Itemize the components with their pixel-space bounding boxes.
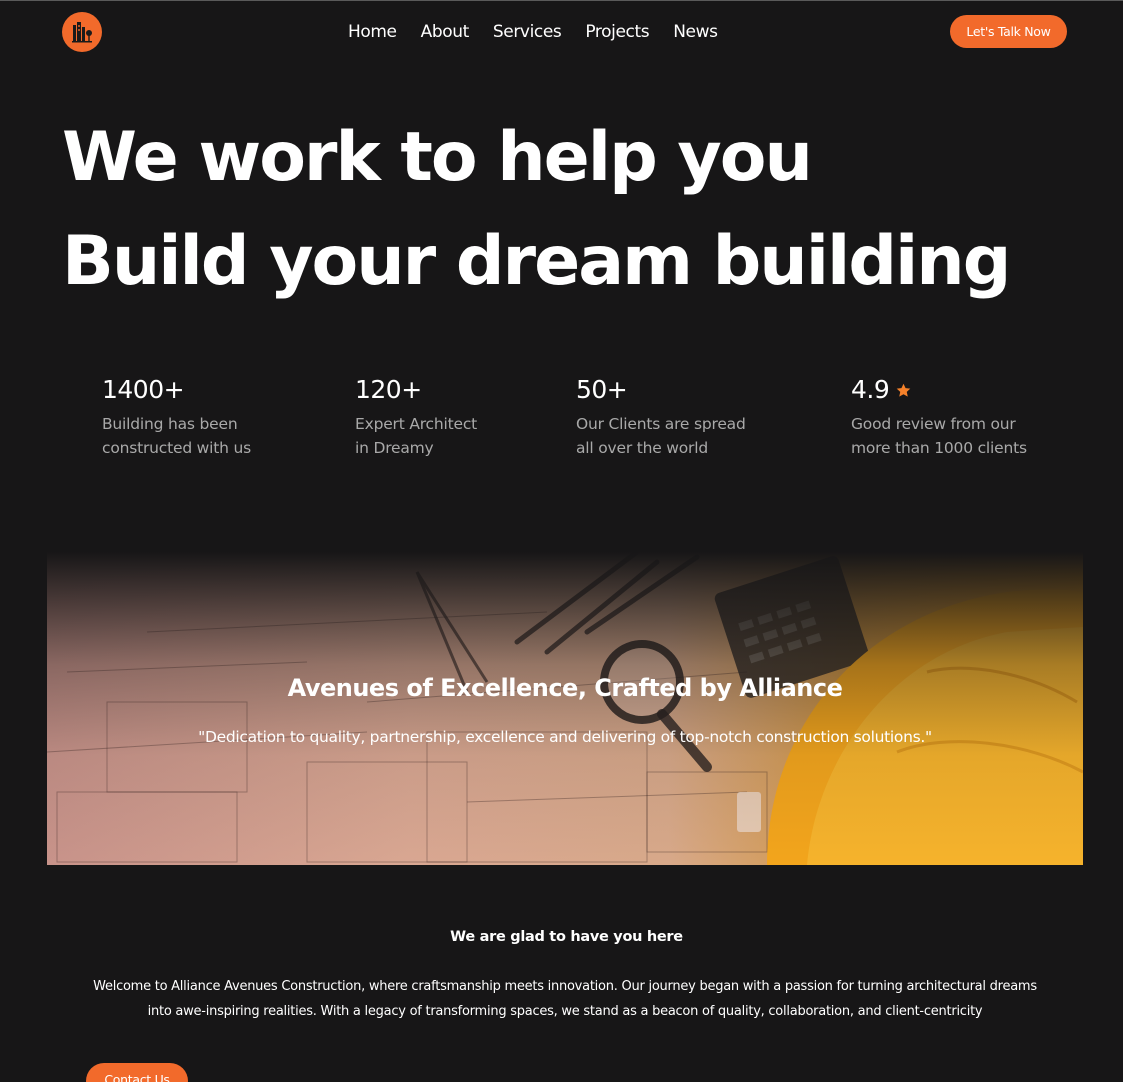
stat-description-line: Good review from our bbox=[851, 415, 1016, 433]
nav-home[interactable]: Home bbox=[348, 20, 397, 44]
stat-clients: 50+ Our Clients are spread all over the … bbox=[576, 374, 746, 460]
welcome-text-line: into awe-inspiring realities. With a leg… bbox=[147, 1004, 983, 1019]
welcome-title: We are glad to have you here bbox=[450, 929, 683, 945]
nav-about[interactable]: About bbox=[421, 20, 470, 44]
lets-talk-button[interactable]: Let's Talk Now bbox=[950, 15, 1067, 48]
stat-value: 1400+ bbox=[102, 375, 185, 404]
banner-fade-overlay bbox=[47, 552, 1083, 865]
stat-description: Building has been constructed with us bbox=[102, 412, 251, 460]
hero-banner: Avenues of Excellence, Crafted by Allian… bbox=[47, 552, 1083, 865]
stat-description-line: constructed with us bbox=[102, 439, 251, 457]
welcome-text: Welcome to Alliance Avenues Construction… bbox=[80, 974, 1050, 1024]
stat-architects: 120+ Expert Architect in Dreamy bbox=[355, 374, 477, 460]
stat-description: Our Clients are spread all over the worl… bbox=[576, 412, 746, 460]
contact-us-button[interactable]: Contact Us bbox=[86, 1063, 188, 1082]
stat-description: Expert Architect in Dreamy bbox=[355, 412, 477, 460]
nav-projects[interactable]: Projects bbox=[585, 20, 649, 44]
welcome-text-line: Welcome to Alliance Avenues Construction… bbox=[93, 979, 1037, 994]
stat-value: 120+ bbox=[355, 375, 422, 404]
hero-headline-line1: We work to help you bbox=[62, 118, 813, 197]
stat-value-row: 4.9 bbox=[851, 374, 1027, 406]
banner-quote: "Dedication to quality, partnership, exc… bbox=[198, 728, 932, 746]
star-icon bbox=[896, 383, 911, 397]
nav-services[interactable]: Services bbox=[493, 20, 562, 44]
stat-description-line: all over the world bbox=[576, 439, 708, 457]
hero-headline-line2: Build your dream building bbox=[62, 222, 1011, 301]
top-border bbox=[0, 0, 1123, 1]
stat-description: Good review from our more than 1000 clie… bbox=[851, 412, 1027, 460]
building-icon bbox=[72, 22, 92, 43]
stat-description-line: Building has been bbox=[102, 415, 238, 433]
stat-value: 50+ bbox=[576, 375, 628, 404]
stat-value: 4.9 bbox=[851, 375, 890, 404]
stat-description-line: more than 1000 clients bbox=[851, 439, 1027, 457]
stat-description-line: in Dreamy bbox=[355, 439, 434, 457]
stat-description-line: Our Clients are spread bbox=[576, 415, 746, 433]
nav-news[interactable]: News bbox=[673, 20, 718, 44]
stat-buildings: 1400+ Building has been constructed with… bbox=[102, 374, 251, 460]
banner-title: Avenues of Excellence, Crafted by Allian… bbox=[287, 674, 843, 702]
stat-rating: 4.9 Good review from our more than 1000 … bbox=[851, 374, 1027, 460]
logo[interactable] bbox=[62, 12, 102, 52]
stat-description-line: Expert Architect bbox=[355, 415, 478, 433]
main-nav: Home About Services Projects News bbox=[348, 20, 718, 44]
